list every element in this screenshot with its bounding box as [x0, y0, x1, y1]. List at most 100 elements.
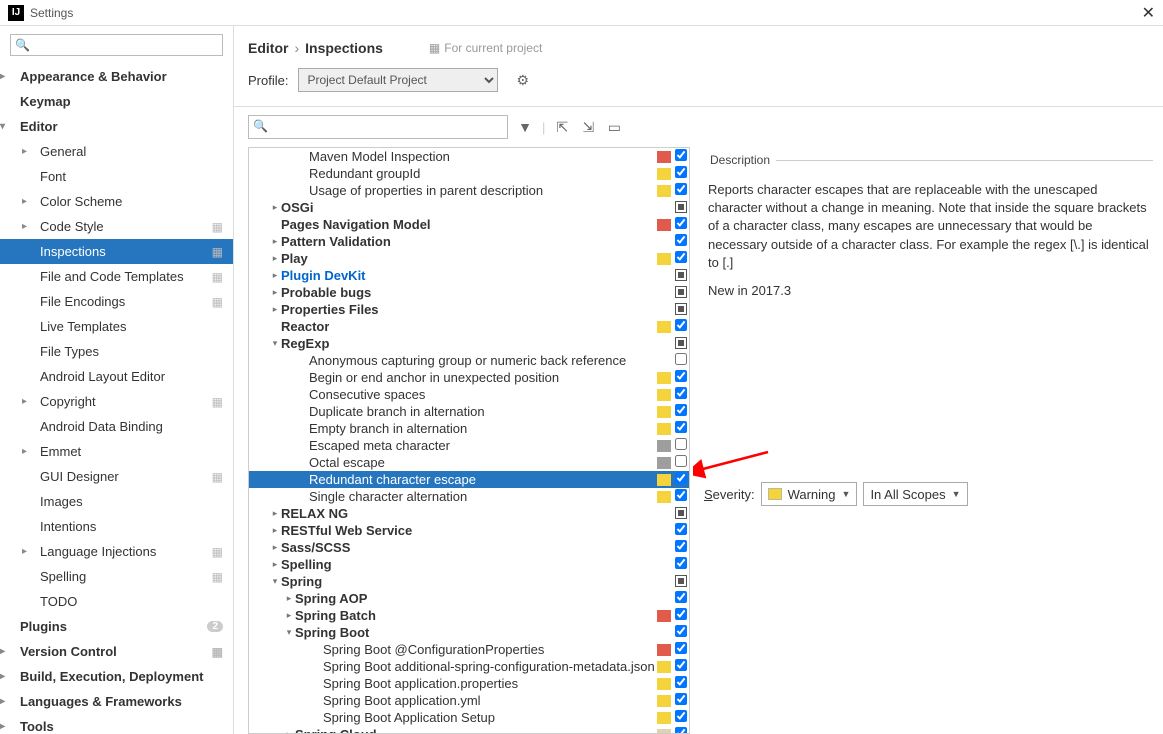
- sidebar-item-android-layout-editor[interactable]: Android Layout Editor: [0, 364, 233, 389]
- sidebar-item-file-types[interactable]: File Types: [0, 339, 233, 364]
- inspection-item[interactable]: Pages Navigation Model: [249, 216, 689, 233]
- inspection-item[interactable]: ▸Spelling: [249, 556, 689, 573]
- inspection-item[interactable]: Redundant groupId: [249, 165, 689, 182]
- sidebar-item-plugins[interactable]: Plugins2: [0, 614, 233, 639]
- inspection-checkbox[interactable]: [675, 370, 687, 382]
- inspection-item[interactable]: Spring Boot Application Setup: [249, 709, 689, 726]
- inspection-item[interactable]: ▸Spring Cloud: [249, 726, 689, 734]
- checkbox-mixed[interactable]: [675, 507, 687, 519]
- profile-select[interactable]: Project Default Project: [298, 68, 498, 92]
- reset-icon[interactable]: ▭: [605, 119, 623, 136]
- inspection-checkbox[interactable]: [675, 591, 687, 603]
- inspection-checkbox[interactable]: [675, 438, 687, 450]
- sidebar-item-images[interactable]: Images: [0, 489, 233, 514]
- inspection-checkbox[interactable]: [675, 625, 687, 637]
- checkbox-mixed[interactable]: [675, 269, 687, 281]
- sidebar-search-input[interactable]: [10, 34, 223, 56]
- inspection-item[interactable]: ▸OSGi: [249, 199, 689, 216]
- severity-select[interactable]: Warning ▼: [761, 482, 858, 506]
- inspection-item[interactable]: Begin or end anchor in unexpected positi…: [249, 369, 689, 386]
- close-button[interactable]: ✕: [1142, 3, 1155, 23]
- inspection-item[interactable]: Octal escape: [249, 454, 689, 471]
- expand-icon[interactable]: ⇱: [553, 119, 571, 136]
- inspection-item[interactable]: ▾Spring: [249, 573, 689, 590]
- settings-tree[interactable]: ▸Appearance & BehaviorKeymap▾Editor▸Gene…: [0, 64, 233, 734]
- inspection-checkbox[interactable]: [675, 217, 687, 229]
- inspection-checkbox[interactable]: [675, 472, 687, 484]
- sidebar-item-color-scheme[interactable]: ▸Color Scheme: [0, 189, 233, 214]
- sidebar-item-languages-frameworks[interactable]: ▸Languages & Frameworks: [0, 689, 233, 714]
- sidebar-item-live-templates[interactable]: Live Templates: [0, 314, 233, 339]
- inspection-checkbox[interactable]: [675, 455, 687, 467]
- inspection-item[interactable]: ▸Spring Batch: [249, 607, 689, 624]
- sidebar-item-copyright[interactable]: ▸Copyright▦: [0, 389, 233, 414]
- inspection-item[interactable]: ▸Plugin DevKit: [249, 267, 689, 284]
- sidebar-item-version-control[interactable]: ▸Version Control▦: [0, 639, 233, 664]
- inspection-checkbox[interactable]: [675, 234, 687, 246]
- inspection-checkbox[interactable]: [675, 319, 687, 331]
- inspection-checkbox[interactable]: [675, 642, 687, 654]
- sidebar-item-spelling[interactable]: Spelling▦: [0, 564, 233, 589]
- inspection-checkbox[interactable]: [675, 727, 687, 734]
- inspection-item[interactable]: ▾Spring Boot: [249, 624, 689, 641]
- inspection-item[interactable]: Single character alternation: [249, 488, 689, 505]
- sidebar-item-file-encodings[interactable]: File Encodings▦: [0, 289, 233, 314]
- inspection-item[interactable]: Spring Boot additional-spring-configurat…: [249, 658, 689, 675]
- inspection-search-input[interactable]: [248, 115, 508, 139]
- sidebar-item-editor[interactable]: ▾Editor: [0, 114, 233, 139]
- inspection-item[interactable]: Redundant character escape: [249, 471, 689, 488]
- sidebar-item-file-and-code-templates[interactable]: File and Code Templates▦: [0, 264, 233, 289]
- sidebar-item-emmet[interactable]: ▸Emmet: [0, 439, 233, 464]
- inspection-item[interactable]: Empty branch in alternation: [249, 420, 689, 437]
- sidebar-item-font[interactable]: Font: [0, 164, 233, 189]
- sidebar-item-tools[interactable]: ▸Tools: [0, 714, 233, 734]
- inspection-item[interactable]: ▸Probable bugs: [249, 284, 689, 301]
- inspection-item[interactable]: Maven Model Inspection: [249, 148, 689, 165]
- inspection-item[interactable]: Spring Boot application.yml: [249, 692, 689, 709]
- inspection-checkbox[interactable]: [675, 676, 687, 688]
- inspection-item[interactable]: ▾RegExp: [249, 335, 689, 352]
- scope-select[interactable]: In All Scopes ▼: [863, 482, 967, 506]
- inspection-checkbox[interactable]: [675, 710, 687, 722]
- inspection-item[interactable]: ▸Properties Files: [249, 301, 689, 318]
- checkbox-mixed[interactable]: [675, 575, 687, 587]
- inspection-checkbox[interactable]: [675, 489, 687, 501]
- filter-icon[interactable]: ▼: [516, 119, 534, 135]
- inspection-item[interactable]: Usage of properties in parent descriptio…: [249, 182, 689, 199]
- inspection-checkbox[interactable]: [675, 693, 687, 705]
- inspection-checkbox[interactable]: [675, 523, 687, 535]
- gear-icon[interactable]: ⚙: [516, 72, 529, 89]
- collapse-icon[interactable]: ⇲: [579, 119, 597, 136]
- checkbox-mixed[interactable]: [675, 337, 687, 349]
- sidebar-item-code-style[interactable]: ▸Code Style▦: [0, 214, 233, 239]
- inspection-item[interactable]: ▸Play: [249, 250, 689, 267]
- sidebar-item-build-execution-deployment[interactable]: ▸Build, Execution, Deployment: [0, 664, 233, 689]
- sidebar-item-language-injections[interactable]: ▸Language Injections▦: [0, 539, 233, 564]
- inspection-checkbox[interactable]: [675, 557, 687, 569]
- inspection-item[interactable]: ▸Pattern Validation: [249, 233, 689, 250]
- inspection-checkbox[interactable]: [675, 404, 687, 416]
- inspection-item[interactable]: Anonymous capturing group or numeric bac…: [249, 352, 689, 369]
- inspection-item[interactable]: Escaped meta character: [249, 437, 689, 454]
- checkbox-mixed[interactable]: [675, 286, 687, 298]
- inspection-checkbox[interactable]: [675, 251, 687, 263]
- sidebar-item-android-data-binding[interactable]: Android Data Binding: [0, 414, 233, 439]
- sidebar-item-inspections[interactable]: Inspections▦: [0, 239, 233, 264]
- inspection-tree[interactable]: Maven Model InspectionRedundant groupIdU…: [248, 147, 690, 734]
- sidebar-item-todo[interactable]: TODO: [0, 589, 233, 614]
- sidebar-item-intentions[interactable]: Intentions: [0, 514, 233, 539]
- inspection-item[interactable]: ▸RESTful Web Service: [249, 522, 689, 539]
- inspection-item[interactable]: Reactor: [249, 318, 689, 335]
- inspection-checkbox[interactable]: [675, 183, 687, 195]
- inspection-item[interactable]: Duplicate branch in alternation: [249, 403, 689, 420]
- sidebar-item-keymap[interactable]: Keymap: [0, 89, 233, 114]
- checkbox-mixed[interactable]: [675, 201, 687, 213]
- inspection-checkbox[interactable]: [675, 353, 687, 365]
- inspection-checkbox[interactable]: [675, 608, 687, 620]
- sidebar-item-general[interactable]: ▸General: [0, 139, 233, 164]
- inspection-item[interactable]: Spring Boot application.properties: [249, 675, 689, 692]
- inspection-item[interactable]: Consecutive spaces: [249, 386, 689, 403]
- inspection-checkbox[interactable]: [675, 149, 687, 161]
- inspection-item[interactable]: ▸RELAX NG: [249, 505, 689, 522]
- inspection-item[interactable]: ▸Spring AOP: [249, 590, 689, 607]
